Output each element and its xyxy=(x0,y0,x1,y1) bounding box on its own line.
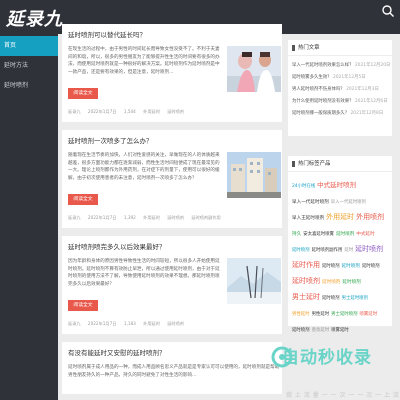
category-link[interactable]: 外用延时 xyxy=(143,321,160,326)
tag-link[interactable]: 延时喷剂 xyxy=(292,245,310,256)
tag-link[interactable]: 延时作用 xyxy=(292,260,320,271)
author-label[interactable]: 延录九 xyxy=(68,109,81,114)
post-title[interactable]: 延时喷剂喷完多久以后效果最好？ xyxy=(68,242,276,252)
hot-post-item[interactable]: 男人延时喷剂不伤身体吗？ 2021年12月3日 xyxy=(288,84,392,96)
tag-link[interactable]: 持久 xyxy=(292,229,301,240)
tag-link[interactable]: 早入一代延时喷剂 xyxy=(292,197,329,208)
tag-link[interactable]: 延时喷剂副作用 xyxy=(191,215,220,220)
tag-link[interactable]: 延时喷剂 xyxy=(322,261,340,272)
tag-link[interactable]: 延时喷剂 xyxy=(342,277,360,288)
read-more-button[interactable]: 阅读全文 xyxy=(68,194,98,205)
tag-link[interactable]: 延时喷剂 xyxy=(336,229,354,240)
watermark-subtitle: 做 上 流 量 一 一 次 一 一 次 一 上 流 xyxy=(286,392,400,399)
tag-link[interactable]: 24小时在线 xyxy=(292,181,315,192)
views-count: 1,392 xyxy=(123,215,136,220)
side-navigation: 首页 延时方法 延时喷剂 xyxy=(0,34,58,400)
nav-item-delay-methods[interactable]: 延时方法 xyxy=(0,56,58,76)
hot-post-title[interactable]: 男人延时喷剂不伤身体吗？ xyxy=(292,87,345,92)
post-meta: 延录九 2022年1月7日 1,392 外用延时 延时喷剂 延时喷剂副作用 xyxy=(68,214,276,222)
nav-item-home[interactable]: 首页 xyxy=(0,36,58,56)
post-excerpt: 延时喷剂属于成人用品的一种，而成人用品顾名思义产品就是是专家认可可以使用的，延时… xyxy=(68,365,280,378)
hot-post-item[interactable]: 延时喷剂哪一般保质期多久？ 2021年12月8日 xyxy=(288,108,392,120)
tag-link[interactable]: 延时喷剂 xyxy=(167,321,184,326)
post-thumbnail[interactable] xyxy=(227,258,281,304)
hot-post-date: 2021年12月20日 xyxy=(354,63,391,68)
post-title[interactable]: 延时喷剂可以替代延长吗？ xyxy=(68,30,276,40)
hot-post-title[interactable]: 延时喷剂哪一般保质期多久？ xyxy=(292,111,349,116)
post-excerpt: 在现生活的过程中，由于男性的时间延长而导致女性没受不了。不利于夫妻间的和谐，所以… xyxy=(68,47,220,75)
post-meta: 延录九 2022年1月7日 1,544 外用延时 延时喷剂 xyxy=(68,108,276,116)
date-label: 2022年1月7日 xyxy=(87,215,117,220)
nav-item-delay-spray[interactable]: 延时喷剂 xyxy=(0,76,58,96)
tag-link[interactable]: 男性延时 xyxy=(292,309,310,320)
hot-post-date: 2021年12月3日 xyxy=(346,87,379,92)
tag-link[interactable]: 延时喷剂 xyxy=(322,277,340,288)
tag-link[interactable]: 喷雾延时 xyxy=(331,325,349,336)
post-thumbnail[interactable] xyxy=(227,46,281,92)
views-count: 1,183 xyxy=(123,321,136,326)
tag-link[interactable]: 延时喷剂 xyxy=(342,261,360,272)
post-card: 延时喷剂喷完多久以后效果最好？ 因为年龄和身体的原因男性导致性生活的时间较短，所… xyxy=(62,236,282,334)
search-icon[interactable] xyxy=(380,3,396,19)
tag-link[interactable]: 男士延时喷剂 xyxy=(342,293,368,304)
tag-cloud-widget: 热门标签产品 24小时在线 中式延时喷剂早入一代延时喷剂 早入一代延时喷剂早入王延时… xyxy=(288,156,392,333)
read-more-button[interactable]: 阅读全文 xyxy=(68,300,98,311)
hot-post-item[interactable]: 为什么使用延时喷剂没有效果？ 2021年12月6日 xyxy=(288,96,392,108)
hot-post-date: 2021年12月6日 xyxy=(354,99,388,104)
author-label[interactable]: 延录九 xyxy=(68,215,81,220)
tag-link[interactable]: 延时喷剂副作用 xyxy=(312,245,343,256)
hot-post-item[interactable]: 延时喷雾多久生效？ 2021年12月5日 xyxy=(288,72,392,84)
tag-link[interactable]: 男士延时 xyxy=(292,292,320,303)
date-label: 2022年1月7日 xyxy=(87,321,117,326)
hot-post-title[interactable]: 早入一代延时喷剂效果怎么样？ xyxy=(292,63,353,68)
post-card: 有没有能延时又安慰的延时喷剂？ 延时喷剂属于成人用品的一种，而成人用品顾名思义产… xyxy=(62,342,282,394)
read-more-button[interactable]: 阅读全文 xyxy=(68,88,98,99)
tag-link[interactable]: 喷雾延时 xyxy=(360,309,378,320)
hot-post-title[interactable]: 为什么使用延时喷剂没有效果？ xyxy=(292,99,353,104)
hot-post-date: 2021年12月8日 xyxy=(350,111,384,116)
tag-cloud-title: 热门标签产品 xyxy=(288,156,392,172)
tag-link[interactable]: 男性延时 xyxy=(312,309,330,320)
post-excerpt: 因为年龄和身体的原因男性导致性生活的时间较短，所以很多人开始使用延时喷剂。延时喷… xyxy=(68,259,220,287)
post-meta: 延录九 2022年1月7日 1,183 外用延时 延时喷剂 xyxy=(68,320,276,328)
hot-posts-widget: 热门文章 早入一代延时喷剂效果怎么样？ 2021年12月20日 延时喷雾多久生效… xyxy=(288,40,392,136)
views-count: 1,544 xyxy=(123,109,136,114)
post-list: 延时喷剂可以替代延长吗？ 在现生活的过程中，由于男性的时间延长而导致女性没受不了… xyxy=(62,24,282,400)
tag-link[interactable]: 延时喷剂 xyxy=(167,109,184,114)
tag-link[interactable]: 香氛延时 xyxy=(312,325,330,336)
author-label[interactable]: 延录九 xyxy=(68,321,81,326)
tag-link[interactable]: 外用喷剂 xyxy=(356,212,384,223)
tag-link[interactable]: 延时喷剂 xyxy=(292,325,310,336)
date-label: 2022年1月7日 xyxy=(87,109,117,114)
tag-link[interactable]: 延时喷剂 xyxy=(355,244,383,255)
hot-post-title[interactable]: 延时喷雾多久生效？ xyxy=(292,75,332,80)
category-link[interactable]: 外用延时 xyxy=(143,109,160,114)
post-title[interactable]: 有没有能延时又安慰的延时喷剂？ xyxy=(68,348,276,358)
hot-post-date: 2021年12月5日 xyxy=(332,75,366,80)
tag-link[interactable]: 男士延时喷剂 xyxy=(331,309,357,320)
tag-link[interactable]: 延时喷剂 xyxy=(362,261,380,272)
tag-link[interactable]: 中式延时喷剂 xyxy=(317,180,356,191)
post-thumbnail[interactable] xyxy=(227,152,281,198)
tag-link[interactable]: 外用延时 xyxy=(326,212,354,223)
tag-link[interactable]: 延时 xyxy=(344,245,353,256)
post-title[interactable]: 延时喷剂一次喷多了怎么办？ xyxy=(68,136,276,146)
hot-posts-title: 热门文章 xyxy=(288,40,392,56)
site-logo[interactable]: 延录九 xyxy=(6,5,63,31)
tag-link[interactable]: 延时喷剂 xyxy=(292,276,320,287)
tag-link[interactable]: 延时喷剂 xyxy=(167,215,184,220)
tag-link[interactable]: 安太喜延时喷雾 xyxy=(303,229,334,240)
tag-link[interactable]: 早入一代延时喷剂 xyxy=(331,197,366,208)
post-card: 延时喷剂可以替代延长吗？ 在现生活的过程中，由于男性的时间延长而导致女性没受不了… xyxy=(62,24,282,122)
hot-post-item[interactable]: 早入一代延时喷剂效果怎么样？ 2021年12月20日 xyxy=(288,60,392,72)
watermark-title: 自动秒收录 xyxy=(282,348,372,368)
post-card: 延时喷剂一次喷多了怎么办？ 随着现在生活节奏的加快，人们对性爱感的关注，早做现在… xyxy=(62,130,282,228)
tag-link[interactable]: 早入王延时喷剂 xyxy=(292,213,324,224)
post-excerpt: 随着现在生活节奏的加快，人们对性爱感的关注，早做现在的人的体质越来越差，很多方面… xyxy=(68,153,220,181)
tag-link[interactable]: 延时喷剂 xyxy=(322,293,340,304)
tag-cloud: 24小时在线 中式延时喷剂早入一代延时喷剂 早入一代延时喷剂早入王延时喷剂 外用延时外… xyxy=(288,172,392,340)
tag-link[interactable]: 中式延时 xyxy=(356,229,374,240)
category-link[interactable]: 外用延时 xyxy=(143,215,160,220)
